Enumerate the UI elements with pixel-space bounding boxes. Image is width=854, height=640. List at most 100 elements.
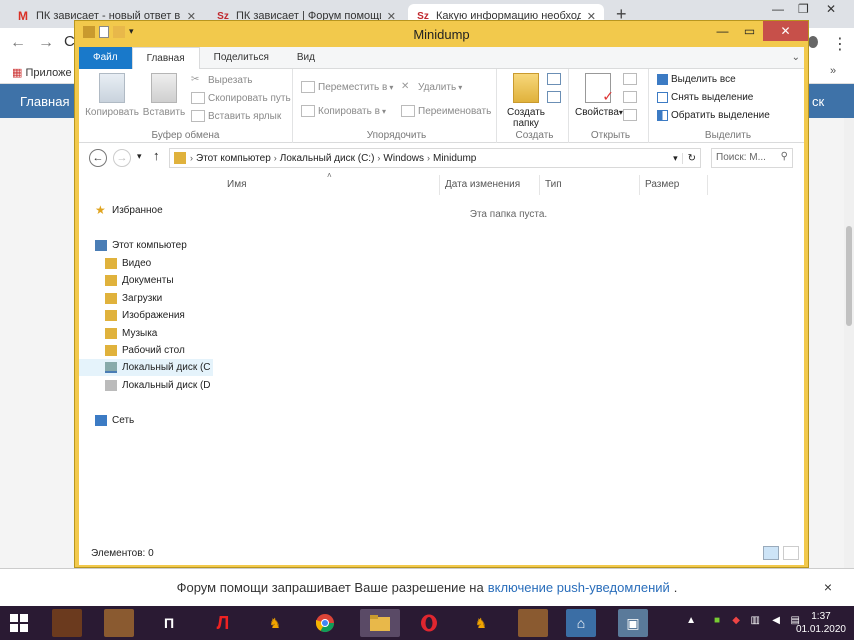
back-icon[interactable]: ← xyxy=(10,34,26,52)
apps-shortcut[interactable]: ▦ Приложе xyxy=(12,66,72,79)
window-title: Minidump xyxy=(413,27,470,42)
tab-file[interactable]: Файл xyxy=(79,47,132,69)
close-icon[interactable]: ✕ xyxy=(763,21,808,41)
nav-music[interactable]: Музыка xyxy=(105,325,213,342)
column-separator[interactable] xyxy=(439,175,440,195)
opera-icon[interactable] xyxy=(414,609,444,637)
search-input[interactable]: Поиск: М... ⚲ xyxy=(711,148,793,168)
minimize-icon[interactable]: — xyxy=(772,2,784,16)
game-app-icon[interactable] xyxy=(104,609,134,637)
chevron-down-icon[interactable]: ▾ xyxy=(673,153,678,164)
breadcrumb-windows[interactable]: Windows xyxy=(383,153,424,164)
maximize-icon[interactable]: ▭ xyxy=(736,21,763,41)
back-button[interactable]: ← xyxy=(89,149,107,167)
antivirus-icon[interactable]: ◆ xyxy=(732,615,740,626)
column-type[interactable]: Тип xyxy=(545,179,562,190)
edit-icon[interactable] xyxy=(623,91,637,103)
column-size[interactable]: Размер xyxy=(645,179,679,190)
counter-strike-icon[interactable]: ♞ xyxy=(466,609,496,637)
notification-close-button[interactable]: × xyxy=(824,579,832,595)
tabletop-app-icon[interactable]: Π xyxy=(154,609,184,637)
file-list[interactable]: ˄ Имя Дата изменения Тип Размер Эта папк… xyxy=(213,171,804,543)
maximize-icon[interactable]: ❐ xyxy=(798,2,809,16)
notification-link[interactable]: включение push-уведомлений xyxy=(488,580,670,595)
tab-view[interactable]: Вид xyxy=(283,47,329,69)
file-explorer-icon[interactable] xyxy=(360,609,400,637)
paste-button[interactable]: Вставить xyxy=(141,73,187,118)
scrollbar-thumb[interactable] xyxy=(846,226,852,326)
select-none-button[interactable]: Снять выделение xyxy=(657,92,753,103)
explorer-titlebar[interactable]: ▾ Minidump — ▭ ✕ xyxy=(75,21,808,47)
open-icon[interactable] xyxy=(623,73,637,85)
menu-icon[interactable]: ⋮ xyxy=(832,34,848,54)
forward-icon[interactable]: → xyxy=(38,34,54,52)
nav-this-pc[interactable]: Этот компьютер xyxy=(95,237,213,254)
up-button[interactable]: ↑ xyxy=(153,148,160,163)
start-button[interactable] xyxy=(4,609,34,637)
nav-pictures[interactable]: Изображения xyxy=(105,307,213,324)
nav-drive-c[interactable]: Локальный диск (C xyxy=(79,359,213,376)
easy-access-icon[interactable] xyxy=(547,91,561,103)
move-to-button[interactable]: Переместить в ▾ xyxy=(301,81,393,93)
refresh-icon[interactable]: ↻ xyxy=(681,152,696,164)
tab-share[interactable]: Поделиться xyxy=(200,47,283,69)
column-separator[interactable] xyxy=(639,175,640,195)
cut-button[interactable]: ✂ Вырезать xyxy=(191,74,252,86)
address-bar[interactable]: › Этот компьютер › Локальный диск (C:) ›… xyxy=(169,148,701,168)
details-view-icon[interactable] xyxy=(763,546,779,560)
computer-app-icon[interactable]: ▣ xyxy=(618,609,648,637)
paste-shortcut-button[interactable]: Вставить ярлык xyxy=(191,110,281,122)
new-folder-button[interactable]: Создать папку xyxy=(503,73,549,129)
breadcrumb-drive-c[interactable]: Локальный диск (C:) xyxy=(280,153,375,164)
copy-to-button[interactable]: Копировать в ▾ xyxy=(301,105,386,117)
site-nav-home[interactable]: Главная xyxy=(20,94,69,109)
select-all-icon xyxy=(657,74,668,85)
game-app-icon[interactable] xyxy=(52,609,82,637)
large-icons-view-icon[interactable] xyxy=(783,546,799,560)
nav-documents[interactable]: Документы xyxy=(105,272,213,289)
history-icon[interactable] xyxy=(623,109,637,121)
counter-strike-icon[interactable]: ♞ xyxy=(260,609,290,637)
network-icon[interactable]: ▥ xyxy=(751,615,760,626)
page-scrollbar[interactable] xyxy=(844,118,854,568)
nav-network[interactable]: Сеть xyxy=(95,412,213,429)
nav-drive-d[interactable]: Локальный диск (D xyxy=(105,377,213,394)
column-date[interactable]: Дата изменения xyxy=(445,179,520,190)
new-item-icon[interactable] xyxy=(547,73,561,85)
nav-label: Рабочий стол xyxy=(122,345,185,356)
copy-path-button[interactable]: Скопировать путь xyxy=(191,92,291,104)
chrome-icon[interactable] xyxy=(310,609,340,637)
site-nav-search[interactable]: ск xyxy=(812,94,824,109)
app-icon[interactable]: ⌂ xyxy=(566,609,596,637)
avatar[interactable] xyxy=(808,36,818,48)
invert-selection-button[interactable]: Обратить выделение xyxy=(657,110,770,121)
nav-favorites[interactable]: ★ Избранное xyxy=(95,202,213,219)
nvidia-icon[interactable]: ■ xyxy=(714,615,720,626)
recent-locations-icon[interactable]: ▾ xyxy=(137,151,142,162)
delete-button[interactable]: ✕ Удалить ▾ xyxy=(401,81,462,93)
chevron-down-icon[interactable]: ⌄ xyxy=(792,47,804,68)
bookmarks-overflow-icon[interactable]: » xyxy=(830,65,836,77)
properties-button[interactable]: ✓ Свойства▾ xyxy=(575,73,623,118)
tray-expand-icon[interactable]: ▲ xyxy=(686,615,696,626)
nav-label: Документы xyxy=(122,275,174,286)
forward-button[interactable]: → xyxy=(113,149,131,167)
select-all-button[interactable]: Выделить все xyxy=(657,74,736,85)
volume-icon[interactable]: ◀ xyxy=(772,615,780,626)
nav-desktop[interactable]: Рабочий стол xyxy=(105,342,213,359)
column-separator[interactable] xyxy=(539,175,540,195)
column-separator[interactable] xyxy=(707,175,708,195)
breadcrumb-minidump[interactable]: Minidump xyxy=(433,153,476,164)
close-icon[interactable]: ✕ xyxy=(826,2,836,16)
taskbar-clock[interactable]: 1:37 01.01.2020 xyxy=(796,610,846,636)
column-name[interactable]: Имя xyxy=(227,179,246,190)
minimize-icon[interactable]: — xyxy=(709,21,736,41)
nav-downloads[interactable]: Загрузки xyxy=(105,290,213,307)
rename-button[interactable]: Переименовать xyxy=(401,105,491,117)
red-app-icon[interactable]: Л xyxy=(208,609,238,637)
breadcrumb-this-pc[interactable]: Этот компьютер xyxy=(196,153,271,164)
game-app-icon[interactable] xyxy=(518,609,548,637)
nav-videos[interactable]: Видео xyxy=(105,255,213,272)
tab-home[interactable]: Главная xyxy=(131,47,200,69)
copy-button[interactable]: Копировать xyxy=(85,73,139,118)
